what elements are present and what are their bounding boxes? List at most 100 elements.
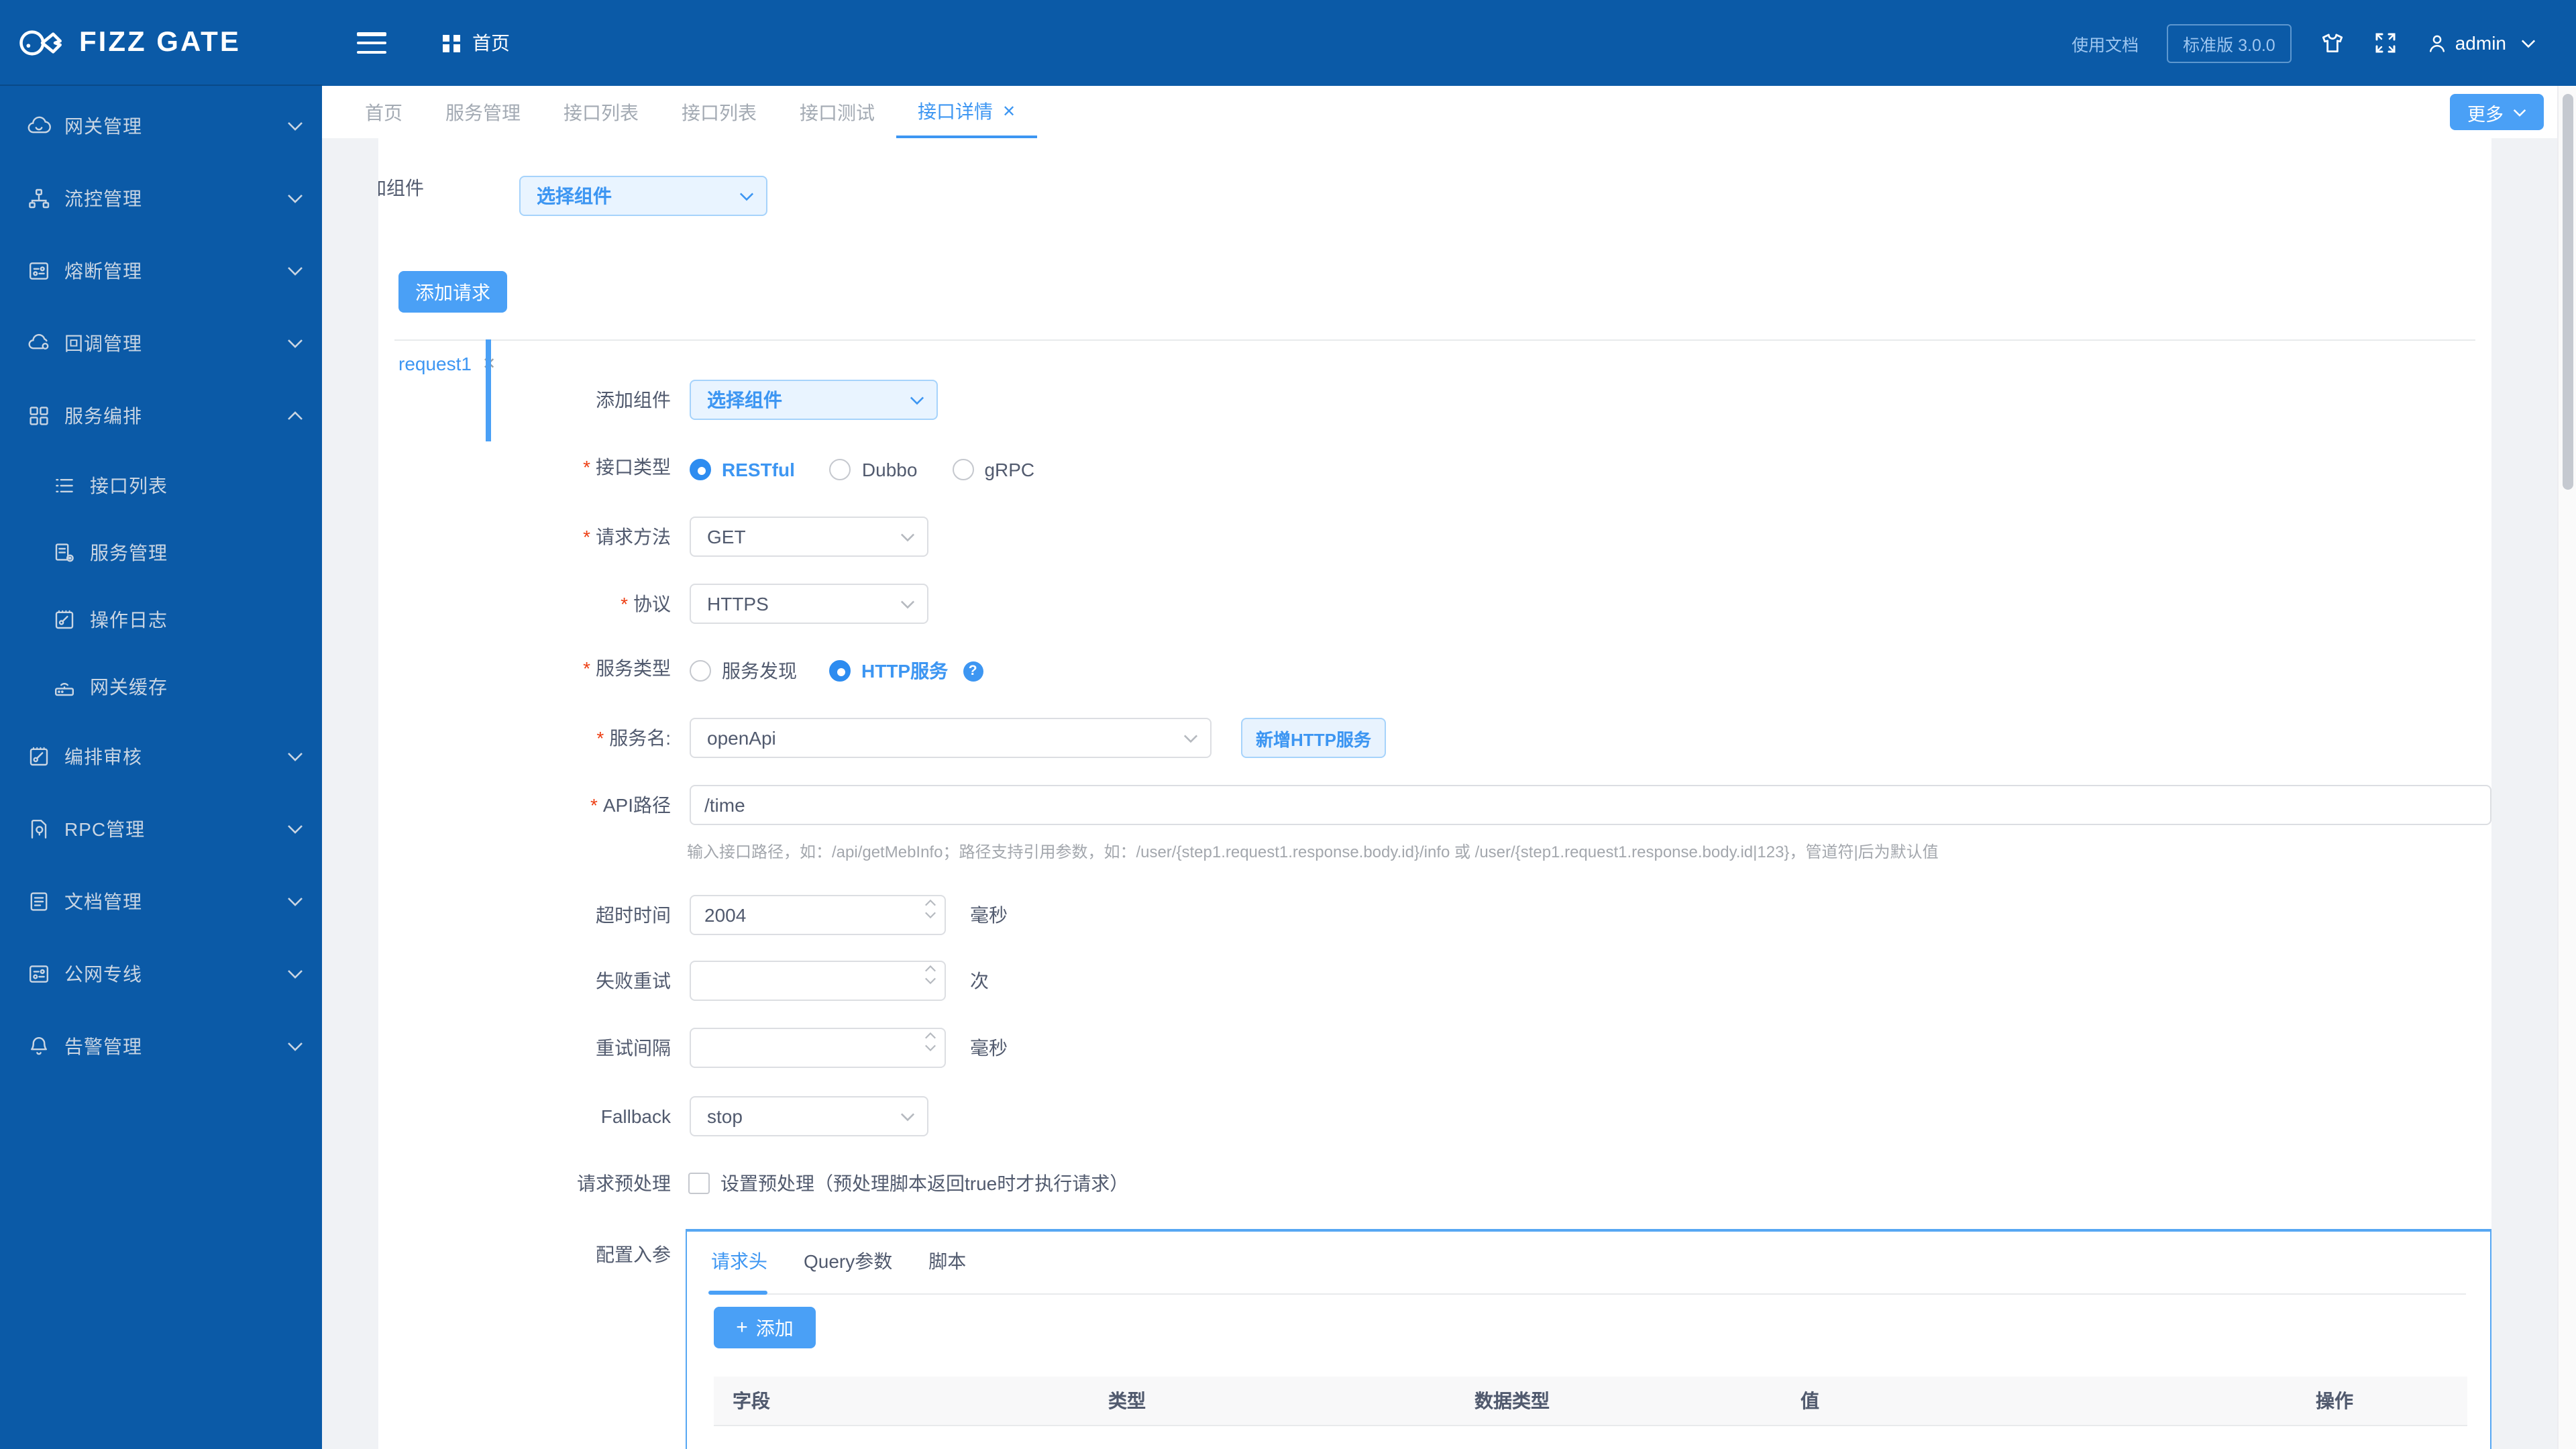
radio-dubbo[interactable]: Dubbo [829, 459, 917, 480]
tabs-track [711, 1293, 2466, 1295]
chevron-down-icon [288, 267, 303, 276]
sidebar-item-rpc[interactable]: RPC管理 [0, 793, 322, 865]
sidebar-item-label: 熔断管理 [64, 260, 142, 282]
spinner-arrows[interactable] [924, 1032, 936, 1052]
preprocess-checkbox-label: 设置预处理（预处理脚本返回true时才执行请求） [720, 1173, 1129, 1194]
radio-http-service[interactable]: HTTP服务? [829, 657, 983, 684]
retry-interval-input[interactable] [690, 1028, 946, 1068]
close-icon[interactable]: ✕ [1002, 101, 1016, 120]
hamburger-menu-icon[interactable] [357, 32, 386, 54]
sidebar-item-document[interactable]: 文档管理 [0, 865, 322, 938]
sidebar-item-circuit-breaker[interactable]: 熔断管理 [0, 235, 322, 307]
fallback-label: Fallback [600, 1106, 671, 1127]
sidebar-subitem-label: 服务管理 [90, 542, 168, 564]
radio-service-discovery[interactable]: 服务发现 [690, 657, 797, 684]
sidebar-subitem-operation-log[interactable]: 操作日志 [0, 586, 322, 653]
new-http-service-button[interactable]: 新增HTTP服务 [1241, 718, 1386, 758]
col-field: 字段 [733, 1390, 770, 1411]
sidebar-item-audit[interactable]: 编排审核 [0, 720, 322, 793]
sidebar-item-label: 编排审核 [64, 746, 142, 767]
sidebar-item-public-line[interactable]: 公网专线 [0, 938, 322, 1010]
col-type: 类型 [1108, 1390, 1146, 1411]
tab-api-list-1[interactable]: 接口列表 [542, 86, 660, 138]
radio-icon[interactable] [690, 660, 711, 682]
fullscreen-icon[interactable] [2373, 31, 2398, 55]
preprocess-label: 请求预处理 [577, 1173, 671, 1194]
tab-request-headers[interactable]: 请求头 [711, 1248, 767, 1275]
sidebar-item-callback[interactable]: 回调管理 [0, 307, 322, 380]
method-select[interactable]: GET [690, 517, 928, 557]
spinner-arrows[interactable] [924, 965, 936, 985]
sidebar-subitem-service-manage[interactable]: 服务管理 [0, 519, 322, 586]
add-component-select[interactable]: 选择组件 [690, 380, 938, 420]
scrollbar-thumb[interactable] [2563, 94, 2573, 490]
retry-interval-stepper[interactable] [690, 1028, 946, 1068]
add-component-select-top[interactable]: 选择组件 [519, 176, 767, 216]
radio-icon[interactable] [690, 459, 711, 480]
tab-query-params[interactable]: Query参数 [804, 1248, 892, 1275]
document-icon [27, 890, 51, 914]
radio-icon[interactable] [829, 459, 851, 480]
api-path-input[interactable] [690, 785, 2491, 825]
spin-up-icon [925, 899, 936, 906]
tab-api-detail[interactable]: 接口详情 ✕ [896, 86, 1038, 138]
spinner-arrows[interactable] [924, 899, 936, 919]
version-badge: 标准版 3.0.0 [2167, 23, 2292, 62]
sidebar-subitem-gateway-cache[interactable]: 网关缓存 [0, 653, 322, 720]
sidebar-subitem-label: 网关缓存 [90, 676, 168, 698]
open-tabs: 首页 服务管理 接口列表 接口列表 接口测试 接口详情 ✕ [343, 86, 1038, 138]
radio-icon[interactable] [829, 660, 851, 682]
docs-link[interactable]: 使用文档 [2072, 30, 2139, 56]
sidebar-item-orchestration[interactable]: 服务编排 [0, 380, 322, 452]
tab-api-test[interactable]: 接口测试 [778, 86, 896, 138]
api-path-label: * API路径 [590, 794, 671, 816]
chevron-down-icon [288, 753, 303, 761]
tab-script[interactable]: 脚本 [928, 1248, 966, 1275]
retry-input[interactable] [690, 961, 946, 1001]
user-menu[interactable]: admin [2426, 32, 2536, 54]
spin-down-icon [925, 977, 936, 985]
radio-restful[interactable]: RESTful [690, 459, 795, 480]
sidebar-item-flow-control[interactable]: 流控管理 [0, 162, 322, 235]
rpc-icon [27, 817, 51, 841]
help-icon[interactable]: ? [963, 661, 983, 681]
circuit-breaker-icon [27, 259, 51, 283]
chevron-down-icon [900, 600, 915, 608]
radio-grpc[interactable]: gRPC [952, 459, 1034, 480]
section-divider [394, 339, 2475, 341]
protocol-select[interactable]: HTTPS [690, 584, 928, 624]
topbar-home[interactable]: 首页 [443, 30, 510, 56]
retry-interval-label: 重试间隔 [596, 1037, 671, 1059]
sidebar-item-alert[interactable]: 告警管理 [0, 1010, 322, 1083]
retry-stepper[interactable] [690, 961, 946, 1001]
radio-icon[interactable] [952, 459, 974, 480]
spin-up-icon [925, 965, 936, 972]
add-request-button[interactable]: 添加请求 [398, 271, 507, 313]
api-type-label: * 接口类型 [583, 456, 671, 478]
timeout-input[interactable] [690, 895, 946, 935]
chevron-down-icon [288, 898, 303, 906]
tab-home[interactable]: 首页 [343, 86, 424, 138]
request-tab[interactable]: request1 ✕ [398, 353, 496, 374]
service-name-label: * 服务名: [596, 727, 671, 749]
chevron-down-icon [2513, 108, 2526, 116]
more-button[interactable]: 更多 [2450, 94, 2544, 130]
service-name-select[interactable]: openApi [690, 718, 1212, 758]
public-line-icon [27, 962, 51, 986]
sidebar-subitem-api-list[interactable]: 接口列表 [0, 452, 322, 519]
add-row-button[interactable]: + 添加 [714, 1307, 816, 1348]
tab-api-list-2[interactable]: 接口列表 [660, 86, 778, 138]
chevron-down-icon [900, 1112, 915, 1121]
service-manage-icon [52, 541, 76, 565]
config-params-box: 请求头 Query参数 脚本 + 添加 字段 类型 数据类型 值 操作 [686, 1229, 2491, 1449]
fallback-select[interactable]: stop [690, 1096, 928, 1136]
tab-service-manage[interactable]: 服务管理 [424, 86, 542, 138]
sidebar-item-gateway[interactable]: 网关管理 [0, 90, 322, 162]
timeout-stepper[interactable] [690, 895, 946, 935]
sidebar-item-label: 服务编排 [64, 405, 142, 427]
theme-tshirt-icon[interactable] [2320, 30, 2345, 56]
chevron-up-icon [288, 411, 303, 420]
preprocess-checkbox[interactable] [688, 1173, 710, 1194]
chevron-down-icon [288, 825, 303, 834]
request-tab-label: request1 [398, 353, 472, 374]
